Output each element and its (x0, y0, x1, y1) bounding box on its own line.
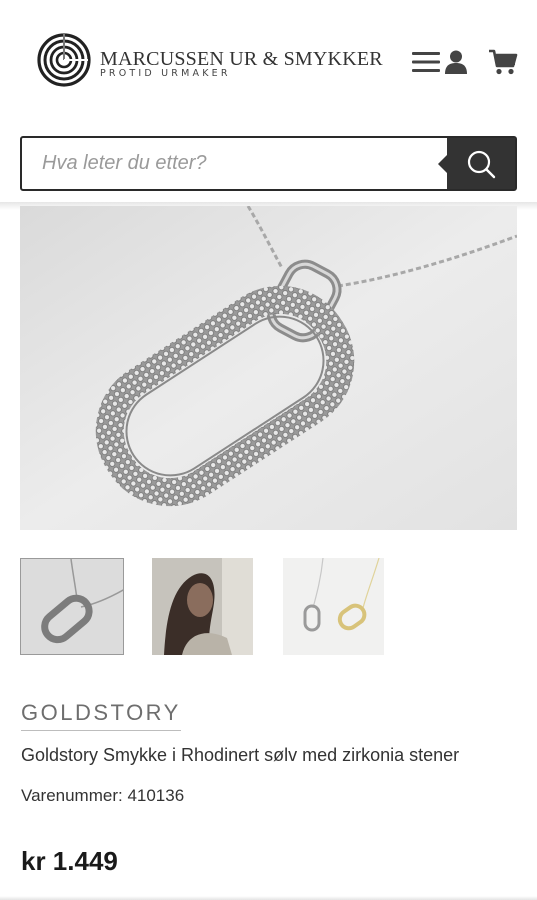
menu-icon[interactable] (410, 46, 442, 78)
logo-icon (37, 33, 91, 87)
product-title: Goldstory Smykke i Rhodinert sølv med zi… (21, 745, 460, 765)
search-input[interactable] (22, 138, 447, 189)
thumbnail-1[interactable] (20, 558, 124, 655)
thumbnail-gallery (20, 558, 517, 656)
search-bar (20, 136, 517, 191)
product-main-image[interactable] (20, 206, 517, 530)
search-button[interactable] (438, 138, 515, 189)
product-sku: Varenummer: 410136 (21, 786, 185, 805)
logo-subtitle: PROTID URMAKER (100, 68, 231, 79)
user-icon[interactable] (440, 46, 472, 78)
site-header: MARCUSSEN UR & SMYKKER PROTID URMAKER (0, 0, 537, 122)
product-price: kr 1.449 (21, 846, 118, 876)
bottom-divider (0, 896, 537, 900)
search-icon (467, 150, 496, 178)
product-brand-link[interactable]: GOLDSTORY (21, 700, 181, 731)
cart-icon[interactable] (487, 46, 519, 78)
thumbnail-2[interactable] (152, 558, 253, 655)
thumbnail-3[interactable] (283, 558, 384, 655)
site-logo[interactable]: MARCUSSEN UR & SMYKKER PROTID URMAKER (36, 32, 383, 90)
